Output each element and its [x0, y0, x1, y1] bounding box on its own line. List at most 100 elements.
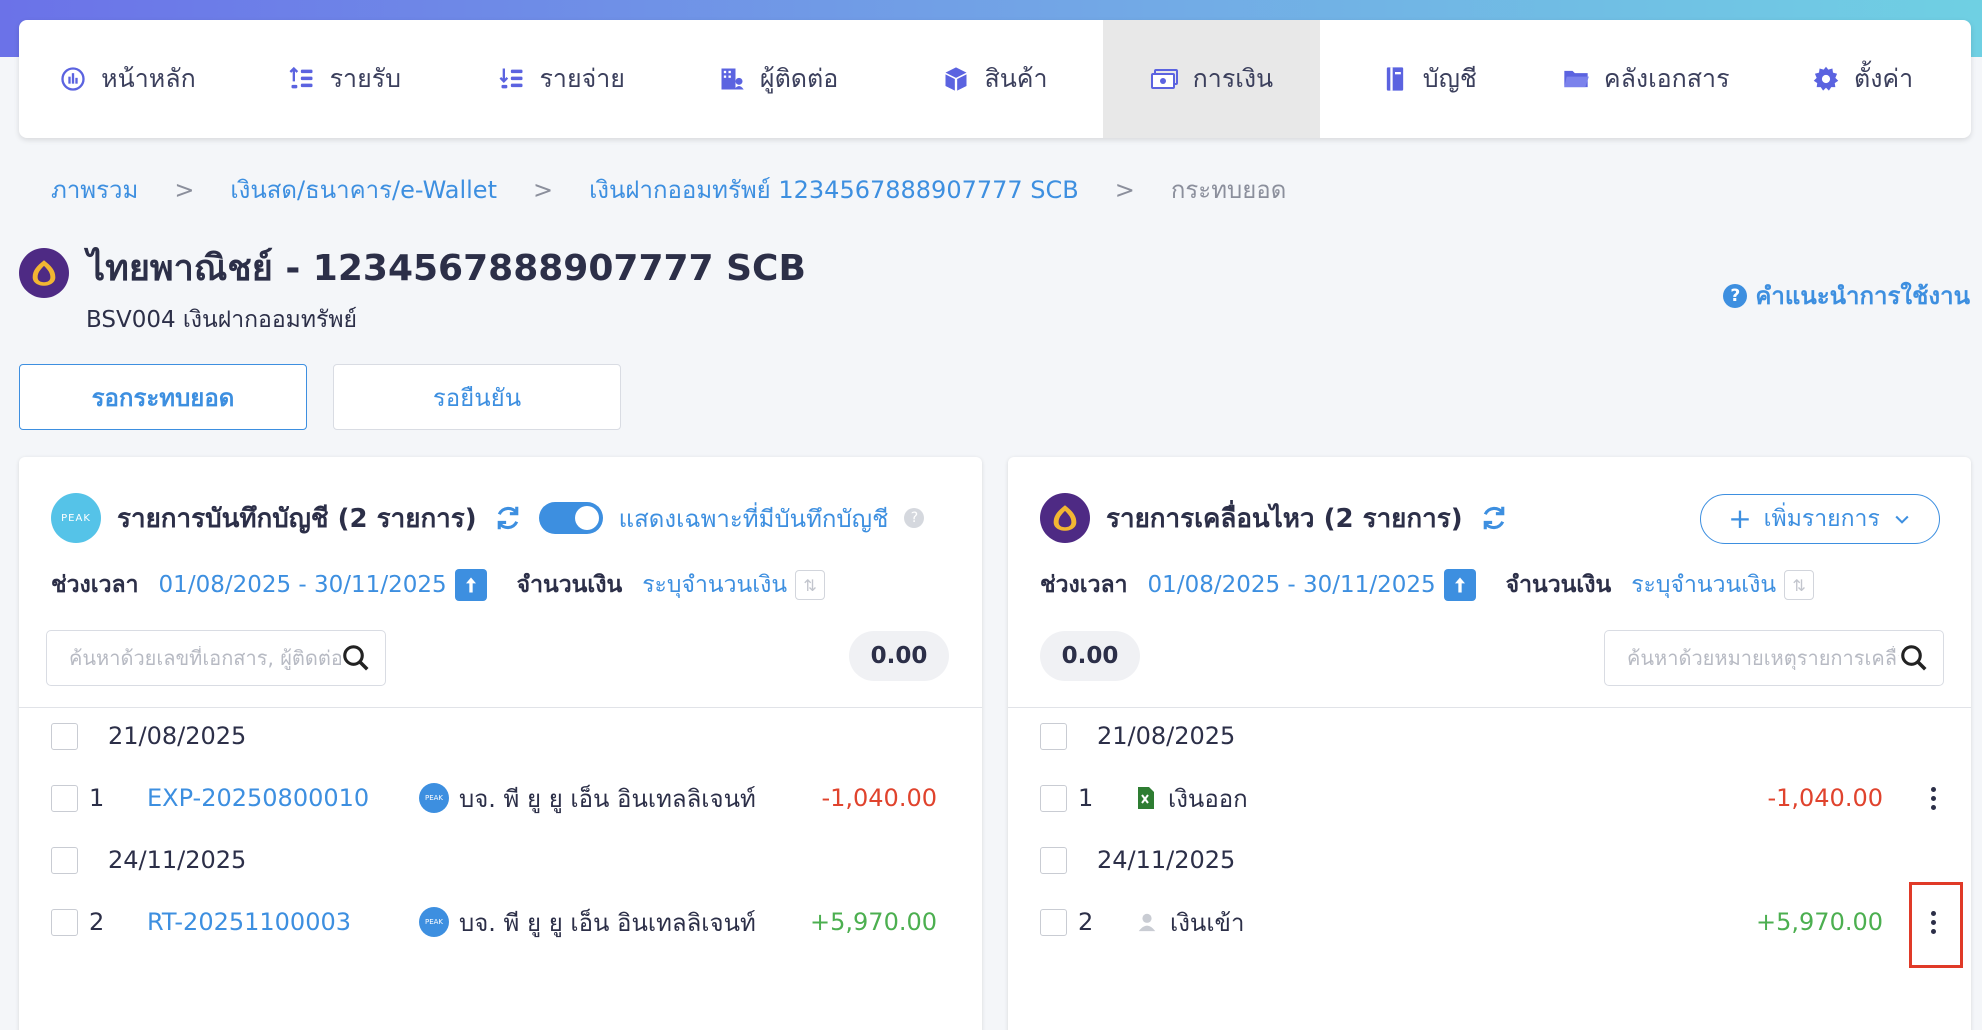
nav-item-finance[interactable]: การเงิน	[1103, 20, 1321, 138]
doc-search-input[interactable]	[69, 646, 341, 670]
nav-item-products[interactable]: สินค้า	[887, 20, 1104, 138]
sort-ascending-icon[interactable]	[1443, 569, 1476, 601]
peak-contact-icon: PEAK	[419, 907, 449, 937]
help-label: คำแนะนำการใช้งาน	[1755, 282, 1970, 310]
contacts-icon	[718, 65, 746, 93]
nav-label: หน้าหลัก	[101, 64, 196, 93]
nav-label: ผู้ติดต่อ	[759, 64, 839, 93]
nav-item-home[interactable]: หน้าหลัก	[19, 20, 236, 138]
divider	[19, 707, 982, 708]
group-date: 21/08/2025	[108, 722, 247, 750]
row-amount: +5,970.00	[1756, 908, 1883, 936]
main-navigation: หน้าหลัก รายรับ รายจ่าย ผู้ติดต่อ สินค้า…	[19, 20, 1971, 138]
contact-name: บจ. พี ยู ยู เอ็น อินเทลลิเจนท์	[459, 784, 756, 813]
table-row[interactable]: 1 เงินออก -1,040.00	[1008, 778, 1971, 818]
table-row[interactable]: 2 เงินเข้า +5,970.00	[1008, 902, 1971, 942]
refresh-icon[interactable]	[493, 503, 523, 533]
refresh-icon[interactable]	[1479, 503, 1509, 533]
movement-desc: เงินออก	[1168, 784, 1248, 813]
period-value[interactable]: 01/08/2025 - 30/11/2025	[159, 572, 447, 598]
add-item-button[interactable]: + เพิ่มรายการ	[1700, 494, 1940, 544]
breadcrumb-current: กระทบยอด	[1170, 176, 1287, 204]
movement-desc-cell: เงินออก	[1136, 779, 1248, 818]
page-header: ไทยพาณิชย์ - 1234567888907777 SCB	[19, 245, 806, 298]
contact-cell: PEAK บจ. พี ยู ยู เอ็น อินเทลลิเจนท์	[419, 779, 756, 818]
help-link[interactable]: ? คำแนะนำการใช้งาน	[1723, 276, 1970, 315]
period-label: ช่วงเวลา	[51, 572, 139, 598]
sort-toggle-icon[interactable]: ⇅	[1784, 570, 1815, 600]
breadcrumb-separator: >	[174, 175, 195, 204]
memo-search-input[interactable]	[1627, 646, 1899, 670]
user-icon	[1138, 913, 1156, 932]
panel-title: รายการเคลื่อนไหว (2 รายการ)	[1106, 503, 1463, 534]
panel-header: PEAK รายการบันทึกบัญชี (2 รายการ) แสดงเฉ…	[51, 493, 925, 543]
breadcrumb-overview[interactable]: ภาพรวม	[51, 170, 138, 209]
row-amount: +5,970.00	[810, 908, 937, 936]
breadcrumb-separator: >	[1114, 175, 1135, 204]
group-checkbox[interactable]	[51, 846, 78, 874]
nav-item-settings[interactable]: ตั้งค่า	[1754, 20, 1971, 138]
row-index: 2	[1078, 908, 1094, 936]
group-checkbox[interactable]	[1040, 722, 1067, 750]
contact-name: บจ. พี ยู ยู เอ็น อินเทลลิเจนท์	[459, 908, 756, 937]
nav-label: คลังเอกสาร	[1603, 64, 1730, 93]
plus-icon: +	[1728, 502, 1752, 535]
group-checkbox[interactable]	[51, 722, 78, 750]
toggle-label: แสดงเฉพาะที่มีบันทึกบัญชี	[618, 504, 889, 533]
row-index: 1	[89, 784, 105, 812]
row-checkbox[interactable]	[1040, 784, 1067, 812]
group-date: 24/11/2025	[1097, 846, 1236, 874]
journal-entries-panel: PEAK รายการบันทึกบัญชี (2 รายการ) แสดงเฉ…	[19, 457, 982, 1030]
amount-label: จำนวนเงิน	[516, 572, 623, 598]
breadcrumb-account[interactable]: เงินฝากออมทรัพย์ 1234567888907777 SCB	[589, 170, 1079, 209]
ledger-icon	[1381, 65, 1409, 93]
nav-label: สินค้า	[984, 64, 1048, 93]
row-checkbox[interactable]	[51, 784, 78, 812]
row-checkbox[interactable]	[51, 908, 78, 936]
date-group-row: 24/11/2025	[1008, 840, 1971, 880]
tab-pending-reconcile[interactable]: รอกระทบยอด	[19, 364, 307, 430]
nav-label: ตั้งค่า	[1853, 64, 1914, 93]
filter-row: ช่วงเวลา 01/08/2025 - 30/11/2025 จำนวนเง…	[51, 567, 826, 603]
nav-label: รายรับ	[329, 64, 402, 93]
document-link[interactable]: RT-20251100003	[147, 908, 351, 936]
memo-search-box[interactable]	[1604, 630, 1944, 686]
breadcrumb: ภาพรวม > เงินสด/ธนาคาร/e-Wallet > เงินฝา…	[51, 170, 1286, 209]
page-subtitle: BSV004 เงินฝากออมทรัพย์	[86, 307, 357, 333]
nav-item-expense[interactable]: รายจ่าย	[453, 20, 670, 138]
nav-item-income[interactable]: รายรับ	[236, 20, 453, 138]
nav-label: การเงิน	[1192, 64, 1274, 93]
breadcrumb-separator: >	[532, 175, 554, 204]
doc-search-box[interactable]	[46, 630, 386, 686]
search-icon[interactable]	[1899, 643, 1929, 673]
group-checkbox[interactable]	[1040, 846, 1067, 874]
nav-item-contacts[interactable]: ผู้ติดต่อ	[670, 20, 887, 138]
group-date: 24/11/2025	[108, 846, 247, 874]
highlight-annotation-box	[1909, 882, 1963, 968]
nav-item-documents[interactable]: คลังเอกสาร	[1537, 20, 1754, 138]
period-value[interactable]: 01/08/2025 - 30/11/2025	[1148, 572, 1436, 598]
row-checkbox[interactable]	[1040, 908, 1067, 936]
add-item-label: เพิ่มรายการ	[1763, 506, 1880, 532]
panel-header: รายการเคลื่อนไหว (2 รายการ)	[1040, 493, 1509, 543]
more-options-icon[interactable]	[1923, 786, 1943, 810]
chevron-down-icon	[1895, 515, 1909, 524]
scb-bank-logo	[1040, 493, 1090, 543]
date-group-row: 21/08/2025	[19, 716, 982, 756]
question-icon: ?	[1723, 283, 1748, 308]
tab-pending-confirm[interactable]: รอยืนยัน	[333, 364, 621, 430]
question-icon[interactable]: ?	[904, 508, 925, 528]
row-index: 1	[1078, 784, 1094, 812]
table-row[interactable]: 1 EXP-20250800010 PEAK บจ. พี ยู ยู เอ็น…	[19, 778, 982, 818]
amount-value[interactable]: ระบุจำนวนเงิน	[1631, 567, 1776, 603]
contact-cell: PEAK บจ. พี ยู ยู เอ็น อินเทลลิเจนท์	[419, 903, 756, 942]
amount-value[interactable]: ระบุจำนวนเงิน	[642, 567, 787, 603]
sort-ascending-icon[interactable]	[454, 569, 487, 601]
breadcrumb-cash-bank[interactable]: เงินสด/ธนาคาร/e-Wallet	[230, 170, 497, 209]
document-link[interactable]: EXP-20250800010	[147, 784, 369, 812]
nav-item-accounting[interactable]: บัญชี	[1320, 20, 1537, 138]
show-booked-toggle[interactable]	[538, 502, 603, 534]
search-icon[interactable]	[341, 643, 371, 673]
sort-toggle-icon[interactable]: ⇅	[795, 570, 826, 600]
table-row[interactable]: 2 RT-20251100003 PEAK บจ. พี ยู ยู เอ็น …	[19, 902, 982, 942]
